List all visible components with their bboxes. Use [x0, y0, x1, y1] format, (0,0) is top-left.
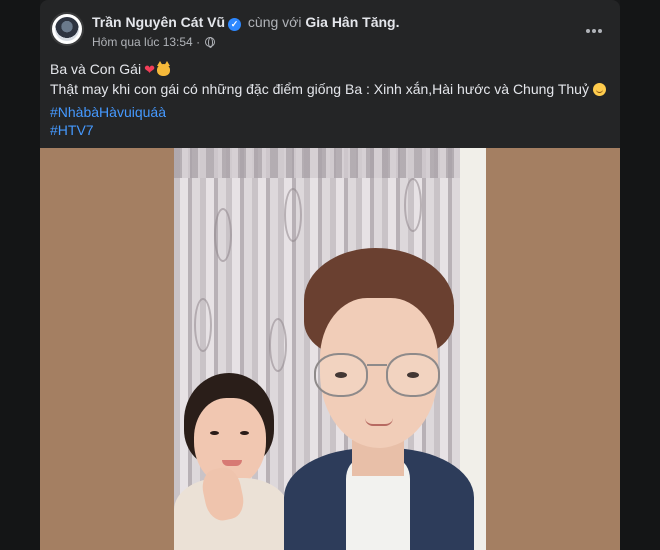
curtain-leaf [404, 178, 422, 232]
glasses-lens [314, 353, 368, 397]
feed-margin-left [0, 0, 40, 550]
girl-mouth [222, 460, 242, 466]
cat-face-icon [156, 61, 170, 76]
photo-image [174, 148, 486, 550]
post-timestamp-link[interactable]: Hôm qua lúc 13:54 [92, 35, 193, 49]
smiling-face-icon [592, 83, 606, 96]
girl-eye [240, 431, 249, 435]
hashtag-link[interactable]: #NhàbàHàvuiquáà [50, 103, 166, 121]
caption-text-1: Ba và Con Gái [50, 61, 142, 77]
post-header: Trần Nguyên Cát Vũ ✓ cùng với Gia Hân Tăn… [40, 0, 620, 54]
red-heart-icon: ❤ [144, 62, 155, 77]
globe-icon[interactable] [205, 37, 216, 48]
caption-line-1: Ba và Con Gái ❤ [50, 60, 170, 79]
photo-curtain-top [174, 148, 464, 178]
curtain-leaf [269, 318, 287, 372]
feed-margin-right [620, 0, 660, 550]
boy-mouth [365, 418, 393, 426]
caption-text-2: Thật may khi con gái có những đặc điểm g… [50, 81, 589, 97]
feed-post: Trần Nguyên Cát Vũ ✓ cùng với Gia Hân Tăn… [40, 0, 620, 550]
curtain-leaf [214, 208, 232, 262]
curtain-leaf [194, 298, 212, 352]
avatar-image [55, 17, 79, 41]
with-text: cùng với [247, 14, 302, 30]
more-options-icon[interactable] [586, 20, 606, 33]
hashtag-link[interactable]: #HTV7 [50, 121, 94, 139]
glasses-bridge [367, 364, 387, 372]
author-name-link[interactable]: Trần Nguyên Cát Vũ [92, 14, 225, 30]
caption-line-2: Thật may khi con gái có những đặc điểm g… [50, 80, 606, 98]
verified-badge-icon: ✓ [228, 18, 242, 31]
glasses-lens [386, 353, 440, 397]
curtain-leaf [284, 188, 302, 242]
post-meta: Hôm qua lúc 13:54 · [92, 35, 216, 49]
post-author-line: Trần Nguyên Cát Vũ ✓ cùng với Gia Hân Tăn… [92, 14, 399, 31]
meta-separator: · [196, 35, 201, 49]
author-avatar[interactable] [50, 12, 84, 46]
tagged-person-link[interactable]: Gia Hân Tăng. [305, 14, 399, 30]
girl-eye [210, 431, 219, 435]
post-photo[interactable] [40, 148, 620, 550]
